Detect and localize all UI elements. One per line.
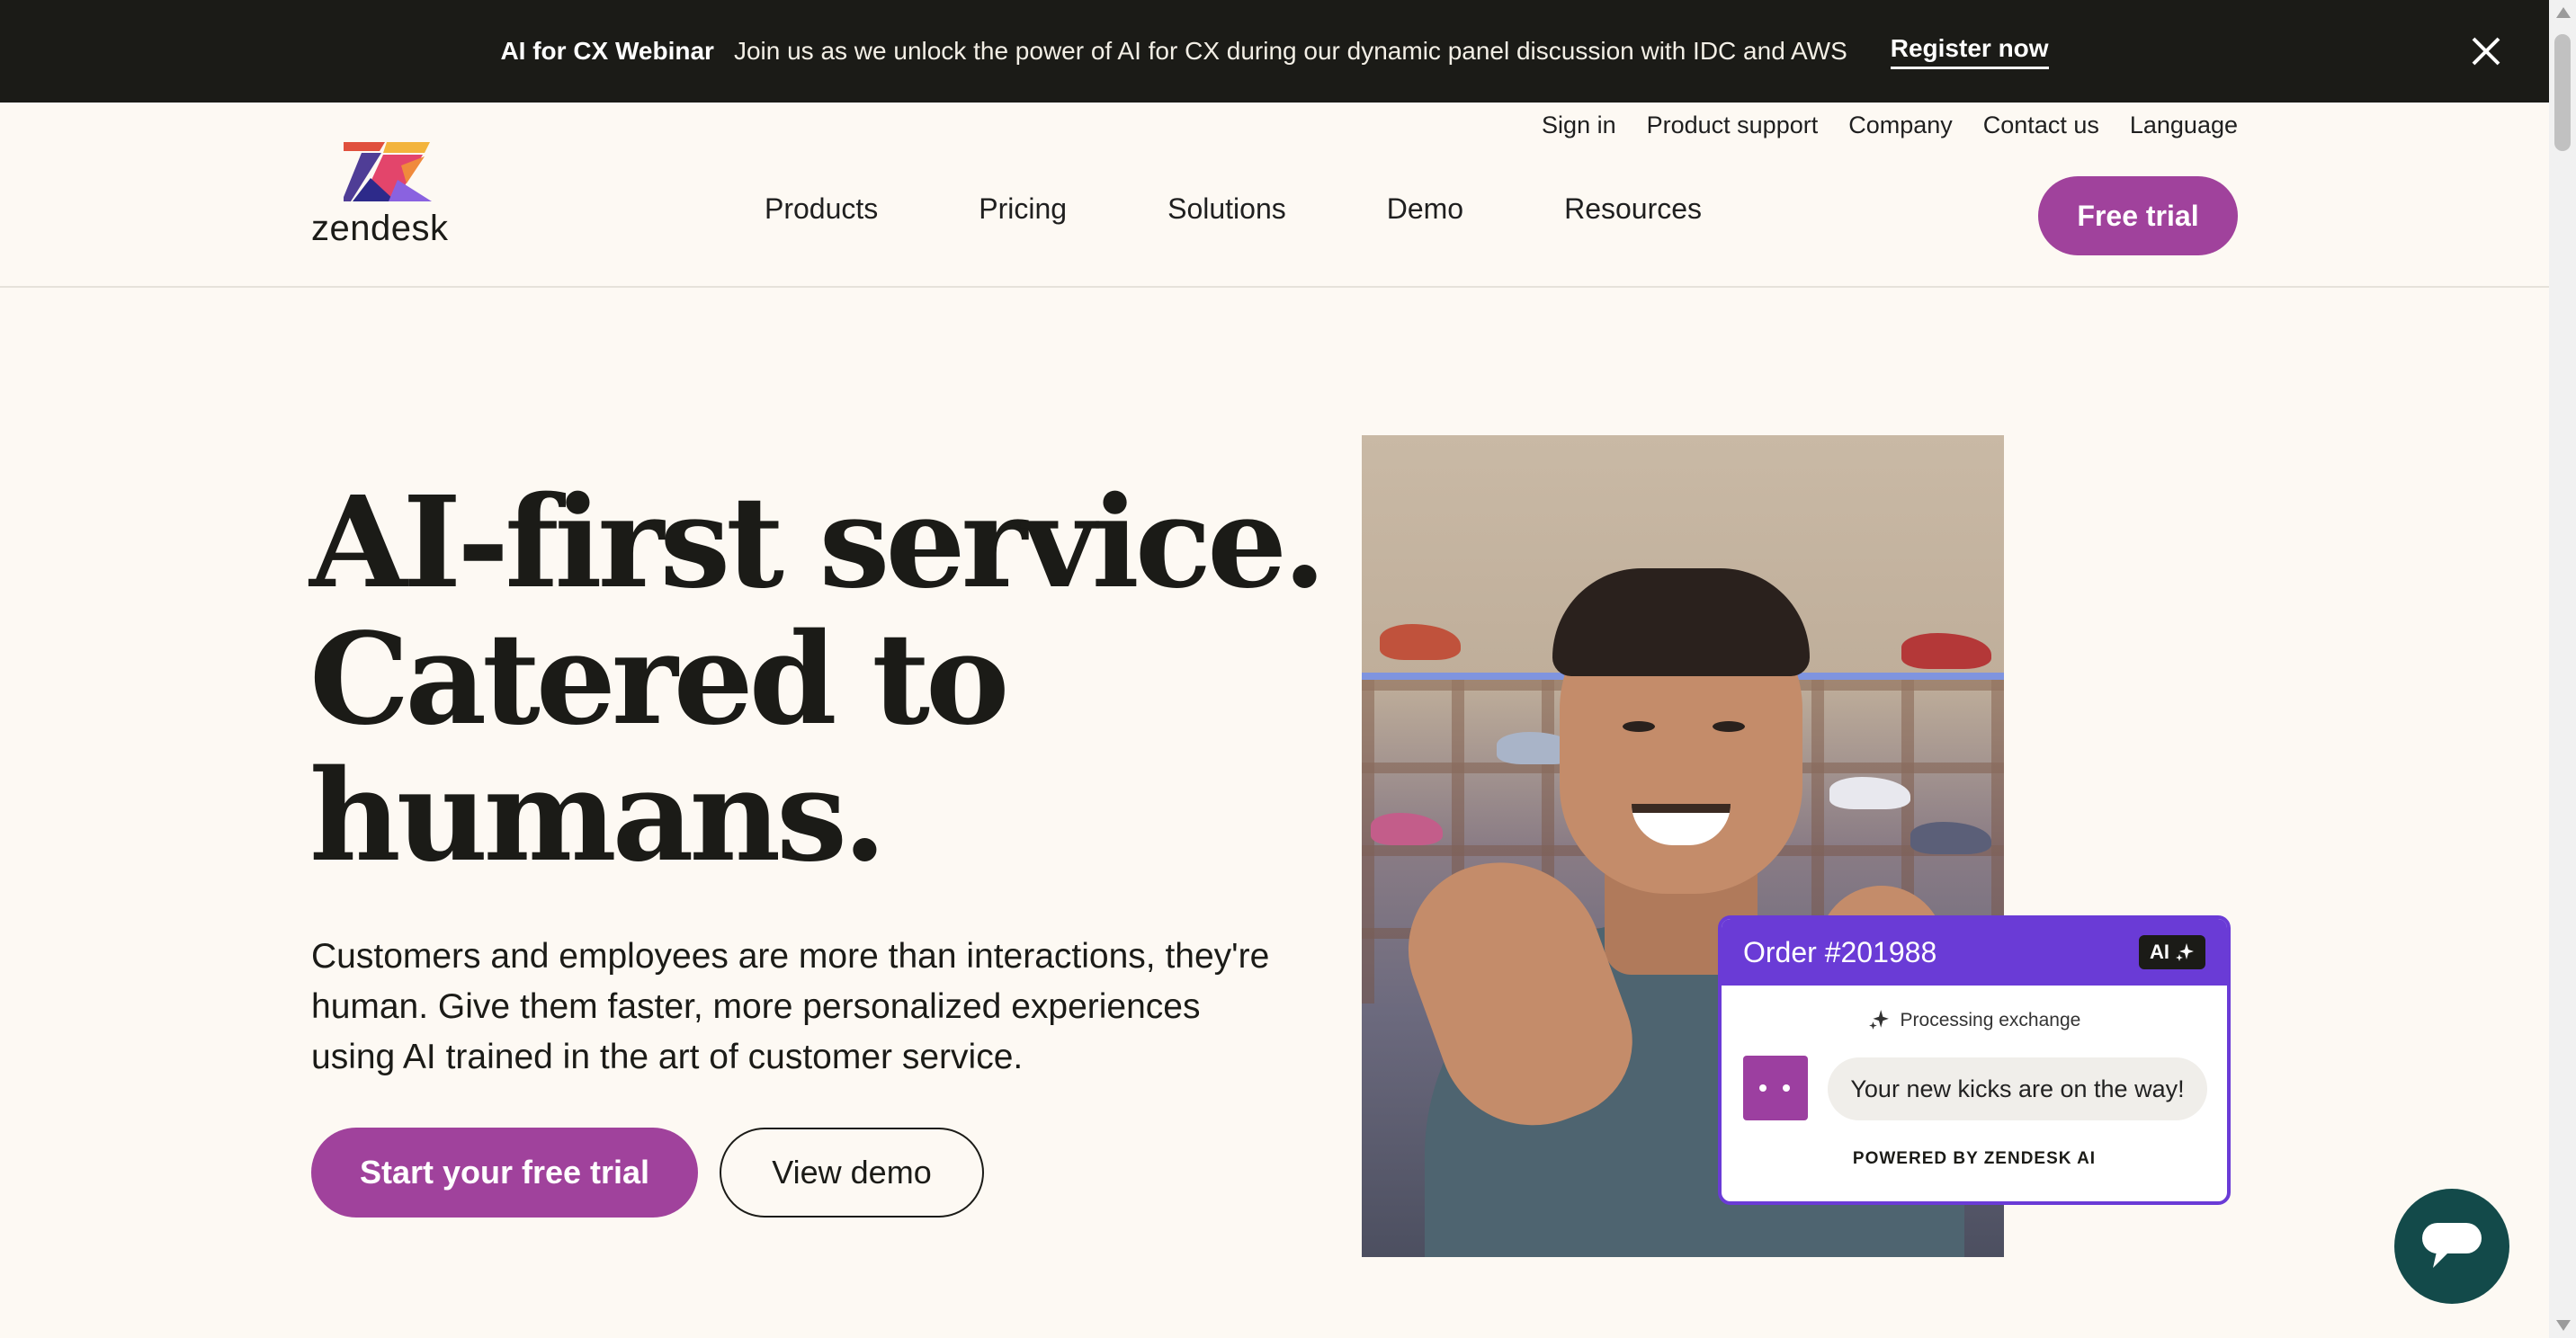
sparkle-icon [2176, 943, 2194, 961]
company-link[interactable]: Company [1848, 112, 1953, 139]
person-eye [1623, 721, 1655, 732]
bot-message: Your new kicks are on the way! [1828, 1057, 2207, 1120]
page-scrollbar[interactable] [2549, 0, 2576, 1338]
shoe [1380, 624, 1461, 660]
shoe [1901, 633, 1991, 669]
chat-widget-button[interactable] [2394, 1189, 2509, 1304]
ai-order-card: Order #201988 AI Processing exchange You… [1718, 915, 2231, 1205]
utility-nav: Sign in Product support Company Contact … [1542, 112, 2238, 139]
main-nav: Products Pricing Solutions Demo Resource… [765, 192, 1702, 226]
announcement-bar: AI for CX Webinar Join us as we unlock t… [0, 0, 2549, 103]
hero-subtitle: Customers and employees are more than in… [311, 937, 1270, 1076]
chat-bubble-icon [2422, 1223, 2482, 1268]
nav-products[interactable]: Products [765, 192, 878, 226]
order-number: Order #201988 [1743, 935, 1937, 968]
processing-status: Processing exchange [1722, 1009, 2227, 1031]
scroll-up-icon[interactable] [2556, 7, 2571, 18]
sign-in-link[interactable]: Sign in [1542, 112, 1616, 139]
product-support-link[interactable]: Product support [1647, 112, 1819, 139]
promo-title: AI for CX Webinar [500, 37, 714, 65]
nav-resources[interactable]: Resources [1564, 192, 1702, 226]
view-demo-button[interactable]: View demo [720, 1128, 984, 1218]
processing-status-text: Processing exchange [1900, 1010, 2081, 1030]
nav-pricing[interactable]: Pricing [979, 192, 1067, 226]
contact-us-link[interactable]: Contact us [1983, 112, 2099, 139]
person-eye [1713, 721, 1745, 732]
ai-badge-label: AI [2150, 941, 2169, 963]
zendesk-logo[interactable]: zendesk [311, 138, 464, 255]
powered-by-label: POWERED BY ZENDESK AI [1852, 1149, 2097, 1168]
zendesk-logo-icon [344, 142, 432, 201]
hero-title: AI-first service. Catered to humans. [309, 469, 1327, 890]
hero-title-line-2: Catered to [309, 606, 1009, 754]
hero-title-line-1: AI-first service. [309, 469, 1327, 617]
sparkle-icon [1868, 1010, 1889, 1030]
language-link[interactable]: Language [2130, 112, 2238, 139]
site-header: Sign in Product support Company Contact … [0, 103, 2549, 288]
nav-solutions[interactable]: Solutions [1167, 192, 1286, 226]
person-hair [1552, 568, 1810, 676]
hero-title-line-3: humans. [309, 743, 887, 890]
scroll-down-icon[interactable] [2556, 1320, 2571, 1331]
register-now-link[interactable]: Register now [1890, 34, 2049, 69]
promo-text: Join us as we unlock the power of AI for… [733, 37, 1847, 65]
bot-avatar [1743, 1056, 1808, 1120]
close-icon[interactable] [2468, 33, 2504, 69]
scroll-thumb[interactable] [2554, 34, 2571, 151]
brand-name: zendesk [311, 209, 449, 248]
nav-demo[interactable]: Demo [1387, 192, 1463, 226]
start-free-trial-button[interactable]: Start your free trial [311, 1128, 698, 1218]
free-trial-button[interactable]: Free trial [2038, 176, 2238, 255]
ai-badge: AI [2139, 935, 2205, 969]
ai-card-header: Order #201988 AI [1722, 919, 2227, 986]
